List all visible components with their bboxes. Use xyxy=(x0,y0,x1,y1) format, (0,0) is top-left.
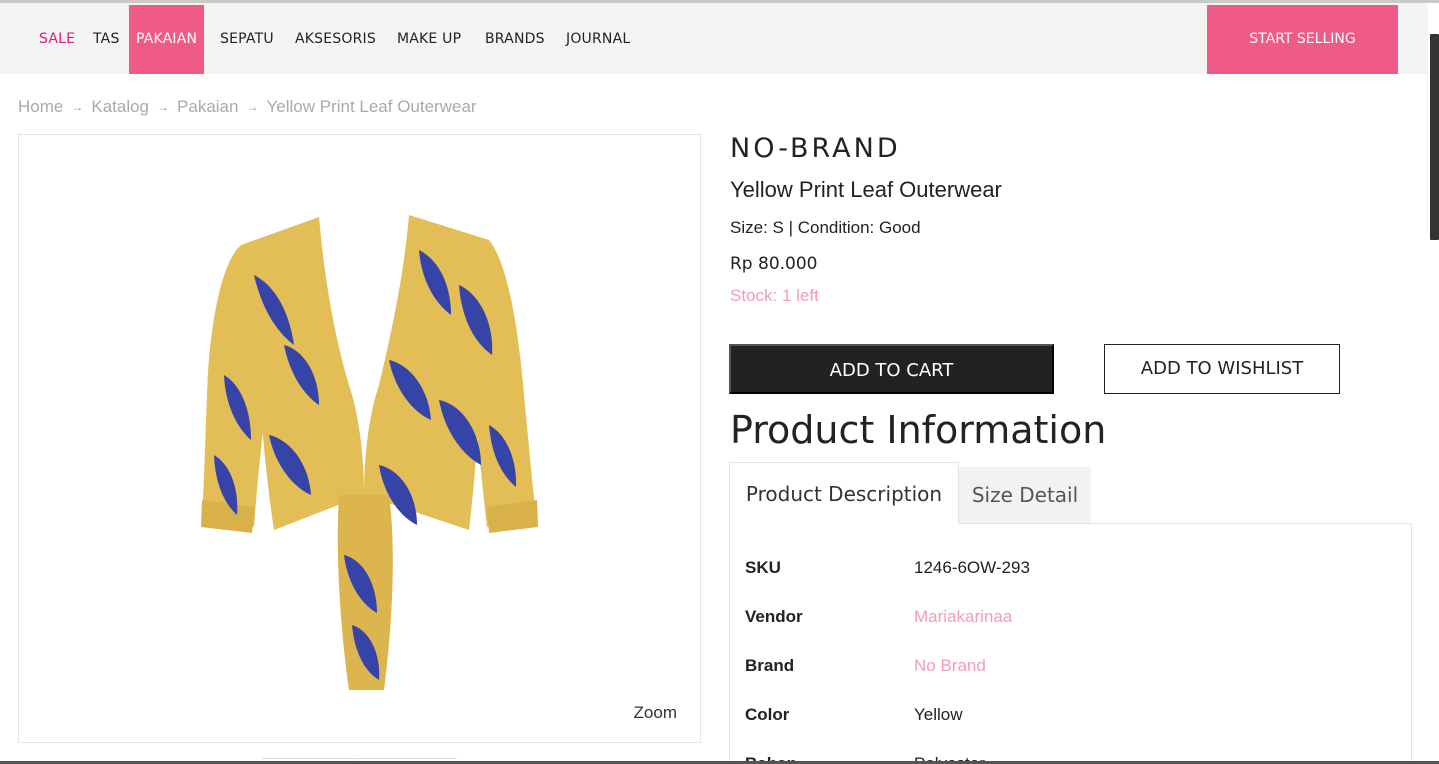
info-label: Brand xyxy=(745,656,795,675)
product-brand[interactable]: NO-BRAND xyxy=(730,133,901,164)
breadcrumb-home[interactable]: Home xyxy=(18,97,63,117)
nav-item-sepatu[interactable]: SEPATU xyxy=(220,5,274,74)
tab-product-description[interactable]: Product Description xyxy=(729,462,959,524)
arrow-right-icon: → xyxy=(71,99,84,114)
size-condition-text: Size: S | Condition: Good xyxy=(730,218,921,237)
start-selling-button[interactable]: START SELLING xyxy=(1207,5,1398,74)
breadcrumb: Home → Katalog → Pakaian → Yellow Print Leaf O… xyxy=(18,96,477,118)
garment-illustration xyxy=(201,215,538,690)
product-price: Rp 80.000 xyxy=(730,254,818,274)
nav-item-aksesoris[interactable]: AKSESORIS xyxy=(295,5,376,74)
tab-size-detail[interactable]: Size Detail xyxy=(959,467,1091,524)
nav-item-pakaian[interactable]: PAKAIAN xyxy=(129,5,205,74)
stock-status: Stock: 1 left xyxy=(730,286,819,305)
info-label: Color xyxy=(745,705,790,724)
vendor-link[interactable]: Mariakarinaa xyxy=(914,607,1012,627)
info-value: 1246-6OW-293 xyxy=(914,558,1030,577)
info-label: Vendor xyxy=(745,607,803,626)
product-image-container[interactable]: Zoom xyxy=(18,134,701,743)
nav-item-brands[interactable]: BRANDS xyxy=(485,5,545,74)
info-label: SKU xyxy=(745,558,781,577)
product-image[interactable] xyxy=(19,135,702,744)
product-information-heading: Product Information xyxy=(730,408,1107,452)
add-to-cart-button[interactable]: ADD TO CART xyxy=(729,344,1054,394)
arrow-right-icon: → xyxy=(157,99,170,114)
breadcrumb-pakaian[interactable]: Pakaian xyxy=(177,97,238,117)
breadcrumb-current: Yellow Print Leaf Outerwear xyxy=(266,96,477,116)
nav-item-sale[interactable]: SALE xyxy=(39,5,75,74)
nav-item-make-up[interactable]: MAKE UP xyxy=(397,5,461,74)
nav-item-journal[interactable]: JOURNAL xyxy=(566,5,630,74)
info-value: Yellow xyxy=(914,705,963,724)
add-to-wishlist-button[interactable]: ADD TO WISHLIST xyxy=(1104,344,1340,394)
nav-item-tas[interactable]: TAS xyxy=(93,5,120,74)
brand-link[interactable]: No Brand xyxy=(914,656,986,676)
zoom-link[interactable]: Zoom xyxy=(634,703,677,723)
breadcrumb-katalog[interactable]: Katalog xyxy=(91,97,149,117)
scrollbar-thumb[interactable] xyxy=(1430,34,1439,240)
product-title: Yellow Print Leaf Outerwear xyxy=(730,177,1002,202)
product-info-panel: SKU 1246-6OW-293 Vendor Mariakarinaa Bra… xyxy=(729,523,1412,764)
arrow-right-icon: → xyxy=(246,99,259,114)
